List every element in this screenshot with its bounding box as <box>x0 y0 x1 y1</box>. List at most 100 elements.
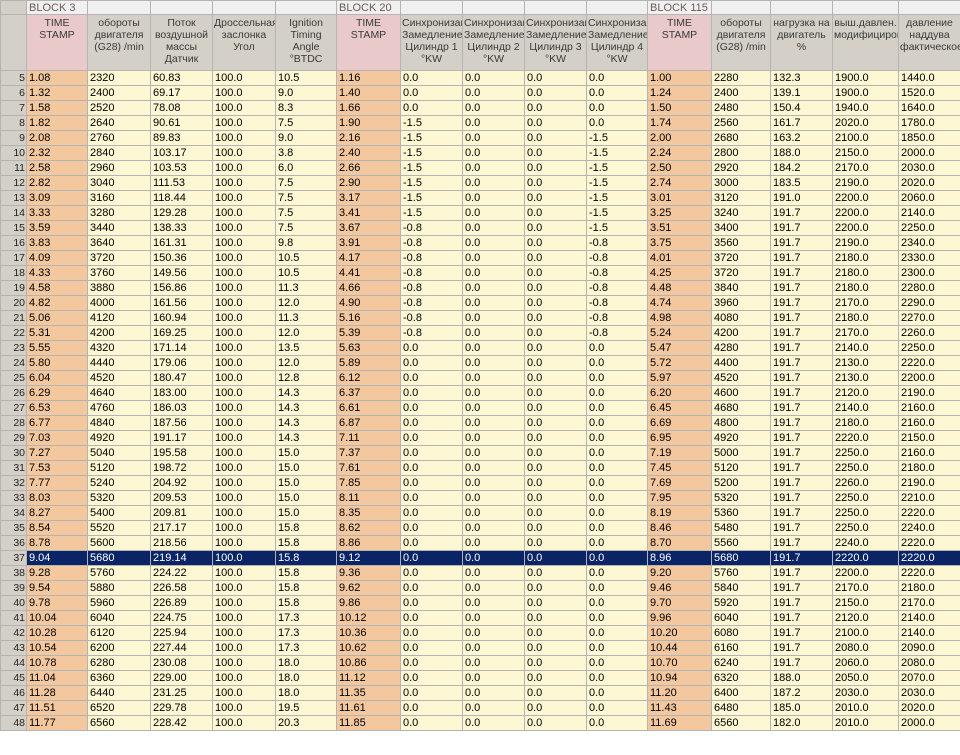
time-stamp-cell[interactable]: 3.41 <box>336 205 401 221</box>
value-cell[interactable]: 191.17 <box>150 430 213 446</box>
table-row[interactable]: 48 11.77 6560 228.42 100.0 20.3 11.85 0.0 0.0 0.0… <box>0 715 960 731</box>
value-cell[interactable]: 171.14 <box>150 340 213 356</box>
value-cell[interactable]: 0.0 <box>462 685 525 701</box>
value-cell[interactable]: -1.5 <box>586 190 648 206</box>
value-cell[interactable]: 3720 <box>711 250 771 266</box>
value-cell[interactable]: 2080.0 <box>898 655 960 671</box>
value-cell[interactable]: 0.0 <box>462 460 525 476</box>
value-cell[interactable]: 19.5 <box>275 700 337 716</box>
value-cell[interactable]: 0.0 <box>400 460 463 476</box>
value-cell[interactable]: 191.7 <box>770 280 833 296</box>
time-stamp-cell[interactable]: 4.66 <box>336 280 401 296</box>
value-cell[interactable]: 0.0 <box>586 610 648 626</box>
value-cell[interactable]: 3160 <box>87 190 151 206</box>
value-cell[interactable]: 100.0 <box>212 385 276 401</box>
value-cell[interactable]: 100.0 <box>212 160 276 176</box>
value-cell[interactable]: 100.0 <box>212 565 276 581</box>
value-cell[interactable]: 1640.0 <box>898 100 960 116</box>
value-cell[interactable]: 0.0 <box>586 355 648 371</box>
table-row[interactable]: 31 7.53 5120 198.72 100.0 15.0 7.61 0.0 0.0 0.0 0.… <box>0 460 960 476</box>
value-cell[interactable]: 100.0 <box>212 220 276 236</box>
value-cell[interactable]: 0.0 <box>524 415 587 431</box>
row-number[interactable]: 19 <box>0 280 27 296</box>
value-cell[interactable]: 0.0 <box>400 700 463 716</box>
row-number[interactable]: 48 <box>0 715 27 731</box>
value-cell[interactable]: 2250.0 <box>832 520 899 536</box>
value-cell[interactable]: 5480 <box>711 520 771 536</box>
value-cell[interactable]: 100.0 <box>212 295 276 311</box>
row-number[interactable]: 13 <box>0 190 27 206</box>
value-cell[interactable]: 10.5 <box>275 70 337 86</box>
value-cell[interactable]: 5680 <box>711 550 771 566</box>
value-cell[interactable]: 100.0 <box>212 535 276 551</box>
value-cell[interactable]: 2180.0 <box>832 280 899 296</box>
value-cell[interactable]: 0.0 <box>462 400 525 416</box>
value-cell[interactable]: 100.0 <box>212 310 276 326</box>
value-cell[interactable]: 1520.0 <box>898 85 960 101</box>
value-cell[interactable]: 1900.0 <box>832 70 899 86</box>
value-cell[interactable]: 5320 <box>711 490 771 506</box>
value-cell[interactable]: -1.5 <box>586 160 648 176</box>
value-cell[interactable]: 0.0 <box>586 670 648 686</box>
value-cell[interactable]: 0.0 <box>462 145 525 161</box>
time-stamp-cell[interactable]: 1.90 <box>336 115 401 131</box>
value-cell[interactable]: 0.0 <box>400 640 463 656</box>
time-stamp-cell[interactable]: 4.01 <box>647 250 712 266</box>
column-header-time-stamp[interactable]: TIME STAMP <box>647 14 712 71</box>
table-row[interactable]: 26 6.29 4640 183.00 100.0 14.3 6.37 0.0 0.0 0.0 0.… <box>0 385 960 401</box>
value-cell[interactable]: 0.0 <box>400 535 463 551</box>
value-cell[interactable]: 0.0 <box>462 220 525 236</box>
time-stamp-cell[interactable]: 9.96 <box>647 610 712 626</box>
table-row[interactable]: 43 10.54 6200 227.44 100.0 17.3 10.62 0.0 0.0 0.0… <box>0 640 960 656</box>
value-cell[interactable]: 0.0 <box>462 535 525 551</box>
value-cell[interactable]: -1.5 <box>586 130 648 146</box>
value-cell[interactable]: 2020.0 <box>898 175 960 191</box>
time-stamp-cell[interactable]: 4.09 <box>26 250 88 266</box>
value-cell[interactable]: 4840 <box>87 415 151 431</box>
column-header-engine-load[interactable]: нагрузка на двигатель % <box>770 14 833 71</box>
time-stamp-cell[interactable]: 4.74 <box>647 295 712 311</box>
value-cell[interactable]: 0.0 <box>524 700 587 716</box>
value-cell[interactable]: 0.0 <box>462 550 525 566</box>
value-cell[interactable]: 0.0 <box>524 220 587 236</box>
value-cell[interactable]: 3400 <box>711 220 771 236</box>
value-cell[interactable]: 12.0 <box>275 325 337 341</box>
value-cell[interactable]: 4640 <box>87 385 151 401</box>
value-cell[interactable]: 2220.0 <box>898 505 960 521</box>
value-cell[interactable]: -0.8 <box>586 295 648 311</box>
value-cell[interactable]: 2220.0 <box>832 550 899 566</box>
value-cell[interactable]: 0.0 <box>586 475 648 491</box>
value-cell[interactable]: 191.7 <box>770 490 833 506</box>
time-stamp-cell[interactable]: 11.51 <box>26 700 88 716</box>
time-stamp-cell[interactable]: 4.90 <box>336 295 401 311</box>
value-cell[interactable]: -1.5 <box>586 145 648 161</box>
row-number[interactable]: 17 <box>0 250 27 266</box>
value-cell[interactable]: 2130.0 <box>832 355 899 371</box>
value-cell[interactable]: 2640 <box>87 115 151 131</box>
value-cell[interactable]: 5520 <box>87 520 151 536</box>
value-cell[interactable]: 2520 <box>87 100 151 116</box>
value-cell[interactable]: 4080 <box>711 310 771 326</box>
value-cell[interactable]: 191.7 <box>770 520 833 536</box>
value-cell[interactable]: 0.0 <box>586 445 648 461</box>
value-cell[interactable]: 0.0 <box>400 715 463 731</box>
value-cell[interactable]: -0.8 <box>400 310 463 326</box>
value-cell[interactable]: 0.0 <box>400 370 463 386</box>
value-cell[interactable]: 6280 <box>87 655 151 671</box>
table-row[interactable]: 45 11.04 6360 229.00 100.0 18.0 11.12 0.0 0.0 0.0… <box>0 670 960 686</box>
value-cell[interactable]: -1.5 <box>400 115 463 131</box>
value-cell[interactable]: 161.31 <box>150 235 213 251</box>
table-row[interactable]: 5 1.08 2320 60.83 100.0 10.5 1.16 0.0 0.0 0.0 0.0 1… <box>0 70 960 86</box>
value-cell[interactable]: 6560 <box>711 715 771 731</box>
table-row[interactable]: 27 6.53 4760 186.03 100.0 14.3 6.61 0.0 0.0 0.0 0.… <box>0 400 960 416</box>
value-cell[interactable]: 191.7 <box>770 355 833 371</box>
value-cell[interactable]: 2250.0 <box>832 460 899 476</box>
value-cell[interactable]: 14.3 <box>275 415 337 431</box>
row-number[interactable]: 31 <box>0 460 27 476</box>
value-cell[interactable]: 5200 <box>711 475 771 491</box>
value-cell[interactable]: 209.53 <box>150 490 213 506</box>
time-stamp-cell[interactable]: 4.48 <box>647 280 712 296</box>
value-cell[interactable]: 0.0 <box>462 70 525 86</box>
value-cell[interactable]: 0.0 <box>400 565 463 581</box>
table-row[interactable]: 23 5.55 4320 171.14 100.0 13.5 5.63 0.0 0.0 0.0 0.… <box>0 340 960 356</box>
